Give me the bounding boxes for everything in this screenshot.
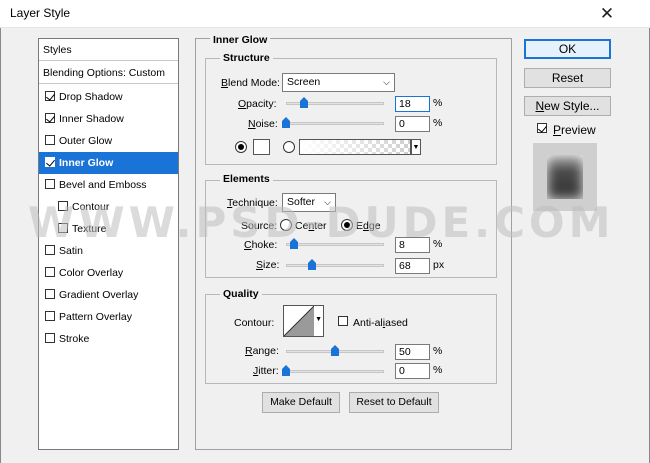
style-label: Color Overlay bbox=[59, 267, 124, 279]
blend-mode-dropdown[interactable]: Screen ⌵ bbox=[282, 73, 395, 92]
style-label: Pattern Overlay bbox=[59, 311, 132, 323]
inner-glow-title: Inner Glow bbox=[210, 34, 271, 46]
jitter-label: Jitter: bbox=[253, 365, 279, 377]
noise-unit: % bbox=[433, 117, 443, 129]
style-item-gradient-overlay[interactable]: Gradient Overlay bbox=[39, 284, 178, 306]
jitter-field[interactable]: 0 bbox=[395, 363, 430, 379]
opacity-label: Opacity: bbox=[238, 98, 277, 110]
style-item-inner-shadow[interactable]: Inner Shadow bbox=[39, 108, 178, 130]
quality-title: Quality bbox=[220, 288, 262, 300]
style-checkbox-gradient-overlay[interactable] bbox=[45, 289, 55, 299]
style-label: Bevel and Emboss bbox=[59, 179, 147, 191]
new-style-button[interactable]: New Style... bbox=[524, 96, 611, 116]
range-field[interactable]: 50 bbox=[395, 344, 430, 360]
reset-to-default-button[interactable]: Reset to Default bbox=[349, 392, 439, 413]
jitter-unit: % bbox=[433, 364, 443, 376]
contour-dropdown-icon[interactable]: ▼ bbox=[315, 316, 322, 323]
style-checkbox-outer-glow[interactable] bbox=[45, 135, 55, 145]
style-checkbox-pattern-overlay[interactable] bbox=[45, 311, 55, 321]
style-checkbox-color-overlay[interactable] bbox=[45, 267, 55, 277]
style-label: Inner Shadow bbox=[59, 113, 124, 125]
style-checkbox-stroke[interactable] bbox=[45, 333, 55, 343]
jitter-slider-track[interactable] bbox=[286, 370, 384, 373]
style-label: Inner Glow bbox=[59, 157, 114, 169]
preview-swatch bbox=[547, 155, 583, 199]
styles-header[interactable]: Styles bbox=[39, 39, 178, 61]
make-default-button[interactable]: Make Default bbox=[262, 392, 340, 413]
style-item-color-overlay[interactable]: Color Overlay bbox=[39, 262, 178, 284]
opacity-slider-thumb[interactable] bbox=[299, 97, 308, 108]
noise-slider-track[interactable] bbox=[286, 122, 384, 125]
chevron-down-icon: ⌵ bbox=[383, 77, 390, 87]
jitter-slider-thumb[interactable] bbox=[282, 365, 290, 376]
anti-aliased-label: Anti-aliased bbox=[353, 317, 408, 329]
anti-aliased-checkbox[interactable] bbox=[338, 316, 352, 328]
range-slider-thumb[interactable] bbox=[331, 345, 339, 356]
style-label: Gradient Overlay bbox=[59, 289, 139, 301]
noise-field[interactable]: 0 bbox=[395, 116, 430, 132]
blend-mode-label: Blend Mode: bbox=[221, 77, 280, 89]
ok-button[interactable]: OK bbox=[524, 39, 611, 59]
glow-color-swatch[interactable] bbox=[253, 139, 270, 155]
style-item-outer-glow[interactable]: Outer Glow bbox=[39, 130, 178, 152]
contour-label: Contour: bbox=[234, 317, 275, 329]
elements-title: Elements bbox=[220, 173, 273, 185]
size-unit: px bbox=[433, 259, 445, 271]
noise-label: Noise: bbox=[248, 118, 278, 130]
close-icon[interactable]: ✕ bbox=[596, 3, 618, 25]
color-mode-radio[interactable] bbox=[235, 141, 247, 153]
title-bar: Layer Style ✕ bbox=[0, 0, 650, 28]
opacity-field[interactable]: 18 bbox=[395, 96, 430, 112]
watermark-text: WWW.PSD-DUDE.COM bbox=[28, 198, 615, 247]
style-label: Outer Glow bbox=[59, 135, 113, 147]
style-checkbox-inner-glow[interactable] bbox=[45, 157, 55, 167]
style-label: Stroke bbox=[59, 333, 90, 345]
structure-title: Structure bbox=[220, 52, 273, 64]
size-label: Size: bbox=[256, 259, 280, 271]
style-label: Drop Shadow bbox=[59, 91, 123, 103]
preview-checkbox[interactable] bbox=[537, 123, 551, 135]
contour-picker[interactable]: ▼ bbox=[283, 305, 324, 337]
size-slider-thumb[interactable] bbox=[308, 259, 317, 270]
blending-options-item[interactable]: Blending Options: Custom bbox=[39, 62, 178, 84]
reset-button[interactable]: Reset bbox=[524, 68, 611, 88]
noise-slider-thumb[interactable] bbox=[282, 117, 290, 128]
size-field[interactable]: 68 bbox=[395, 258, 430, 274]
opacity-unit: % bbox=[433, 97, 443, 109]
style-checkbox-drop-shadow[interactable] bbox=[45, 91, 55, 101]
range-unit: % bbox=[433, 345, 443, 357]
window-title: Layer Style bbox=[10, 6, 71, 20]
gradient-dropdown-icon[interactable]: ▼ bbox=[411, 139, 421, 155]
style-checkbox-inner-shadow[interactable] bbox=[45, 113, 55, 123]
style-item-stroke[interactable]: Stroke bbox=[39, 328, 178, 350]
style-item-pattern-overlay[interactable]: Pattern Overlay bbox=[39, 306, 178, 328]
range-label: Range: bbox=[245, 345, 279, 357]
style-item-inner-glow[interactable]: Inner Glow bbox=[39, 152, 178, 174]
contour-preview-icon bbox=[284, 306, 314, 336]
gradient-picker[interactable] bbox=[299, 139, 411, 155]
size-slider-track[interactable] bbox=[286, 264, 384, 267]
style-item-drop-shadow[interactable]: Drop Shadow bbox=[39, 86, 178, 108]
gradient-mode-radio[interactable] bbox=[283, 141, 295, 153]
style-checkbox-bevel-and-emboss[interactable] bbox=[45, 179, 55, 189]
style-item-bevel-and-emboss[interactable]: Bevel and Emboss bbox=[39, 174, 178, 196]
preview-label: Preview bbox=[553, 123, 596, 137]
